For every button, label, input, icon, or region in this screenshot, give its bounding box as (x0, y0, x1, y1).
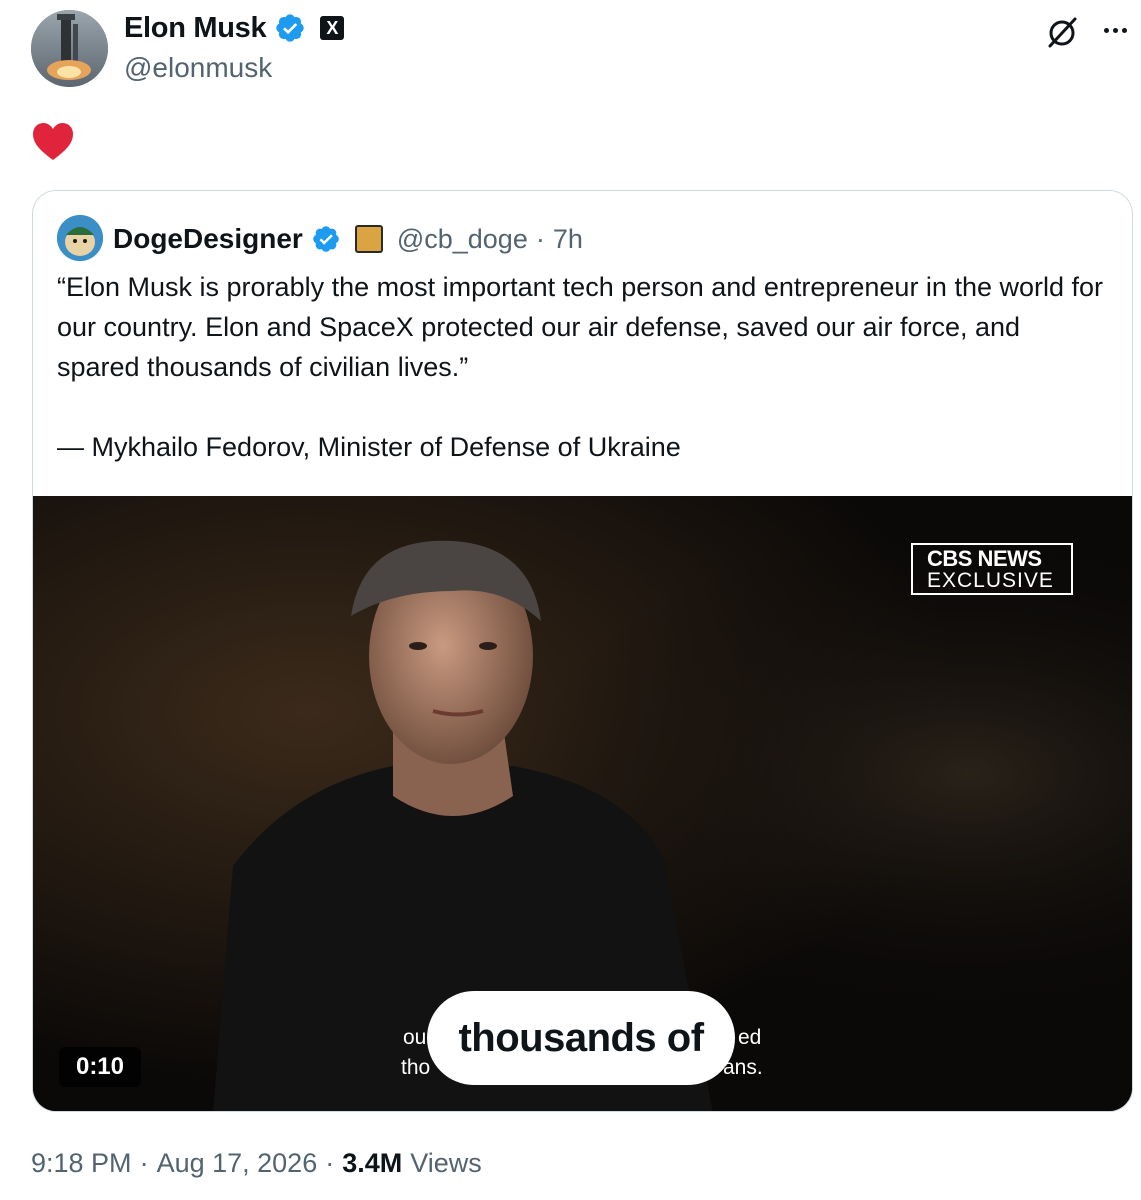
separator-dot: · (325, 1148, 335, 1178)
caption-bubble: thousands of (427, 991, 735, 1085)
video-player[interactable]: CBS NEWS EXCLUSIVE ou tho ed ans. thousa… (33, 496, 1132, 1111)
quoted-post-header: DogeDesigner @cb_doge · 7h (113, 219, 583, 259)
author-display-name[interactable]: Elon Musk (124, 12, 267, 45)
quoted-post-attribution: — Mykhailo Fedorov, Minister of Defense … (57, 432, 681, 462)
heart-emoji (33, 123, 73, 160)
subtitle-fragment: ou (403, 1026, 427, 1049)
quoted-author-avatar[interactable] (57, 215, 103, 261)
views-label: Views (410, 1148, 482, 1178)
verified-badge-icon (313, 226, 339, 252)
grok-icon[interactable] (1044, 14, 1080, 50)
author-handle[interactable]: @elonmusk (124, 52, 272, 84)
post-date[interactable]: Aug 17, 2026 (157, 1148, 318, 1179)
quoted-timestamp[interactable]: 7h (553, 224, 583, 255)
quoted-post-text: “Elon Musk is prorably the most importan… (57, 272, 1104, 382)
x-affiliate-badge: X (320, 16, 345, 40)
quoted-handle[interactable]: @cb_doge (397, 224, 528, 255)
separator-dot: · (139, 1148, 149, 1178)
author-avatar[interactable] (31, 10, 108, 87)
more-options-icon[interactable] (1098, 18, 1132, 42)
verified-badge-icon (276, 14, 304, 42)
video-duration: 0:10 (59, 1047, 141, 1087)
quoted-post-card[interactable]: DogeDesigner @cb_doge · 7h “Elon Musk is… (32, 190, 1133, 1112)
post-time[interactable]: 9:18 PM (31, 1148, 132, 1179)
cbs-news-logo: CBS NEWS EXCLUSIVE (911, 543, 1073, 595)
author-name-row: Elon Musk X (124, 10, 345, 46)
separator-dot: · (535, 223, 545, 254)
subtitle-fragment: ed (738, 1026, 762, 1049)
doge-badge-icon (354, 225, 383, 253)
views-count: 3.4M (342, 1148, 403, 1178)
subtitle-fragment: tho (401, 1056, 431, 1079)
post-meta: 9:18 PM · Aug 17, 2026 · 3.4M Views (31, 1148, 482, 1179)
quoted-display-name[interactable]: DogeDesigner (113, 223, 303, 255)
caption-text: thousands of (458, 1015, 704, 1060)
